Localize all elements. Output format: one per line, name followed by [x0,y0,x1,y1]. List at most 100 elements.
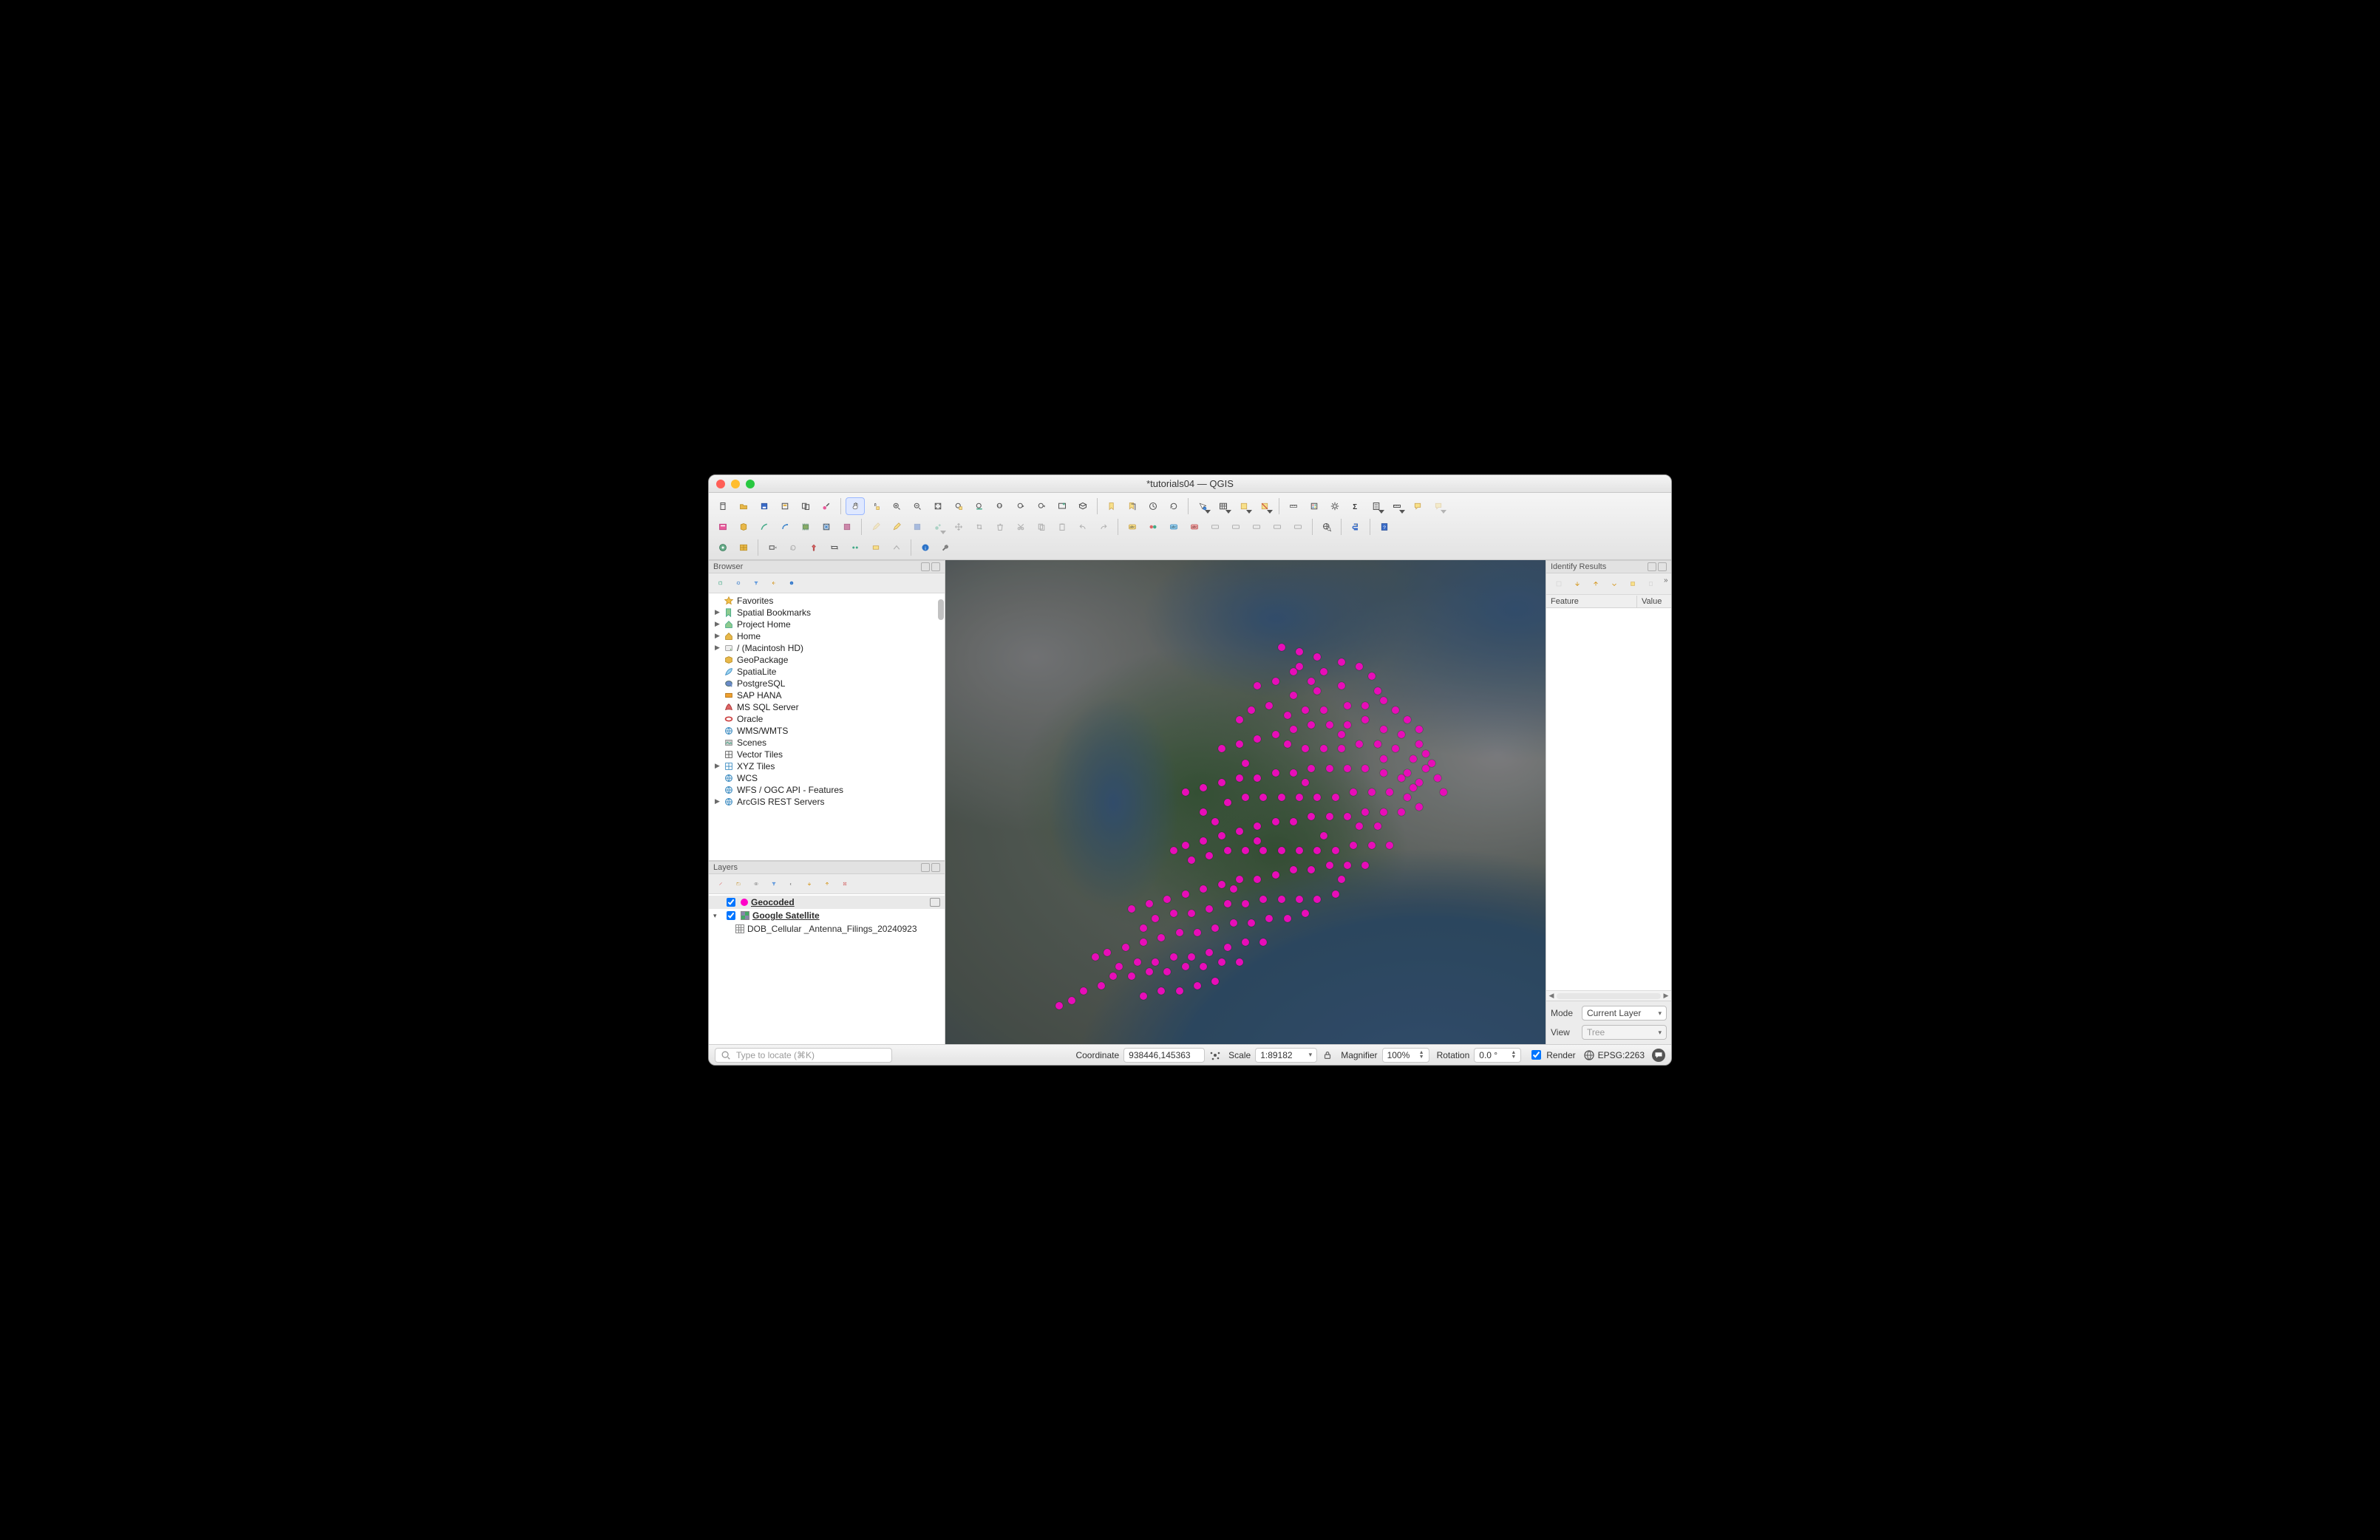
geocoded-point[interactable] [1272,818,1279,825]
geocoded-point[interactable] [1206,905,1213,913]
label-dim-1[interactable] [1206,518,1225,536]
geocoded-point[interactable] [1326,765,1333,772]
browser-item[interactable]: SpatiaLite [709,666,945,678]
browser-item[interactable]: ▶Home [709,630,945,642]
geocoded-point[interactable] [1254,822,1261,830]
geocoded-point[interactable] [1415,726,1423,733]
geocoded-point[interactable] [1211,978,1219,985]
cut-features[interactable] [1011,518,1030,536]
geocoded-point[interactable] [1392,706,1399,714]
geocoded-point[interactable] [1182,842,1189,849]
geocoded-point[interactable] [1284,740,1291,748]
label-dim-2[interactable] [1226,518,1245,536]
label-tool-6[interactable] [866,539,885,556]
geocoded-point[interactable] [1332,890,1339,898]
geocoded-point[interactable] [1278,896,1285,903]
geocoded-point[interactable] [1248,706,1255,714]
help[interactable]: ? [1375,518,1394,536]
geocoded-point[interactable] [1302,910,1309,917]
locator-input[interactable]: Type to locate (⌘K) [715,1048,892,1063]
geocoded-point[interactable] [1290,769,1297,777]
geocoded-point[interactable] [1380,755,1387,763]
layers-collapse-icon[interactable] [820,877,834,890]
geocoded-point[interactable] [1236,958,1243,966]
render-checkbox[interactable] [1531,1050,1541,1060]
current-edits[interactable] [866,518,885,536]
geocoded-point[interactable] [1404,716,1411,723]
layers-expand-icon[interactable] [802,877,817,890]
data-source-manager[interactable] [713,518,732,536]
coordinate-field[interactable]: 938446,145363 [1123,1048,1205,1063]
browser-item[interactable]: Vector Tiles [709,749,945,760]
browser-item[interactable]: Favorites [709,595,945,607]
geocoded-point[interactable] [1320,832,1327,839]
label-dim-4[interactable] [1268,518,1287,536]
expand-icon[interactable] [715,738,721,746]
attributes-toolbar[interactable] [1367,497,1386,515]
geocoded-point[interactable] [1170,910,1177,917]
geocoded-point[interactable] [1211,924,1219,932]
copy-features[interactable] [1032,518,1051,536]
geocoded-point[interactable] [1194,982,1201,989]
label-toolbar-1[interactable]: abc [1123,518,1142,536]
identify-overflow-icon[interactable]: » [1664,576,1668,591]
geocoded-point[interactable] [1296,794,1303,801]
geocoded-point[interactable] [1380,697,1387,704]
layers-list[interactable]: Geocoded▾Google SatelliteDOB_Cellular _A… [709,894,945,1044]
layers-undock-button[interactable] [921,863,930,872]
geocoded-point[interactable] [1374,740,1381,748]
geocoded-point[interactable] [1128,972,1135,980]
geocoded-point[interactable] [1224,944,1231,951]
geocoded-point[interactable] [1320,706,1327,714]
browser-item[interactable]: SAP HANA [709,689,945,701]
geocoded-point[interactable] [1109,972,1117,980]
identify-features[interactable]: i [1193,497,1212,515]
geocoded-point[interactable] [1344,702,1351,709]
zoom-full[interactable] [928,497,948,515]
zoom-selection[interactable] [949,497,968,515]
geocoded-point[interactable] [1104,949,1111,956]
refresh[interactable] [1164,497,1183,515]
geocoded-point[interactable] [1361,765,1369,772]
expand-icon[interactable] [715,596,721,604]
geocoded-point[interactable] [1415,803,1423,811]
identify-col-value[interactable]: Value [1637,596,1671,607]
expand-icon[interactable] [715,715,721,722]
geocoded-point[interactable] [1140,938,1147,946]
expand-icon[interactable] [715,667,721,675]
browser-item[interactable]: ▶ArcGIS REST Servers [709,796,945,808]
geocoded-point[interactable] [1218,832,1225,839]
geocoded-point[interactable] [1134,958,1141,966]
layer-row[interactable]: DOB_Cellular _Antenna_Filings_20240923 [709,922,945,936]
geocoded-point[interactable] [1326,721,1333,729]
geocoded-point[interactable] [1265,702,1273,709]
geocoded-point[interactable] [1374,687,1381,695]
geocoded-point[interactable] [1415,779,1423,786]
geocoded-point[interactable] [1404,769,1411,777]
expand-icon[interactable]: ▶ [715,632,721,640]
geocoded-point[interactable] [1284,712,1291,719]
layers-visibility-icon[interactable] [749,877,764,890]
browser-item[interactable]: WCS [709,772,945,784]
geocoded-point[interactable] [1313,794,1321,801]
hscroll-right-icon[interactable]: ▶ [1661,992,1671,1000]
browser-refresh-icon[interactable] [731,576,746,590]
geocoded-point[interactable] [1278,794,1285,801]
new-memory[interactable] [796,518,815,536]
open-attr-table[interactable] [1214,497,1233,515]
temporal[interactable] [1143,497,1163,515]
label-toolbar-4[interactable]: abc [1185,518,1204,536]
browser-add-layer-icon[interactable] [713,576,728,590]
geocoded-point[interactable] [1157,934,1165,941]
deselect-all[interactable] [1255,497,1274,515]
delete-selected[interactable] [990,518,1010,536]
geocoded-point[interactable] [1163,896,1171,903]
geocoded-point[interactable] [1308,678,1315,685]
label-toolbar-2[interactable] [1143,518,1163,536]
browser-properties-icon[interactable]: i [784,576,799,590]
geocoded-point[interactable] [1218,745,1225,752]
geocoded-point[interactable] [1361,702,1369,709]
geocoded-point[interactable] [1313,687,1321,695]
new-spatialite[interactable] [775,518,795,536]
geocoded-point[interactable] [1230,885,1237,893]
